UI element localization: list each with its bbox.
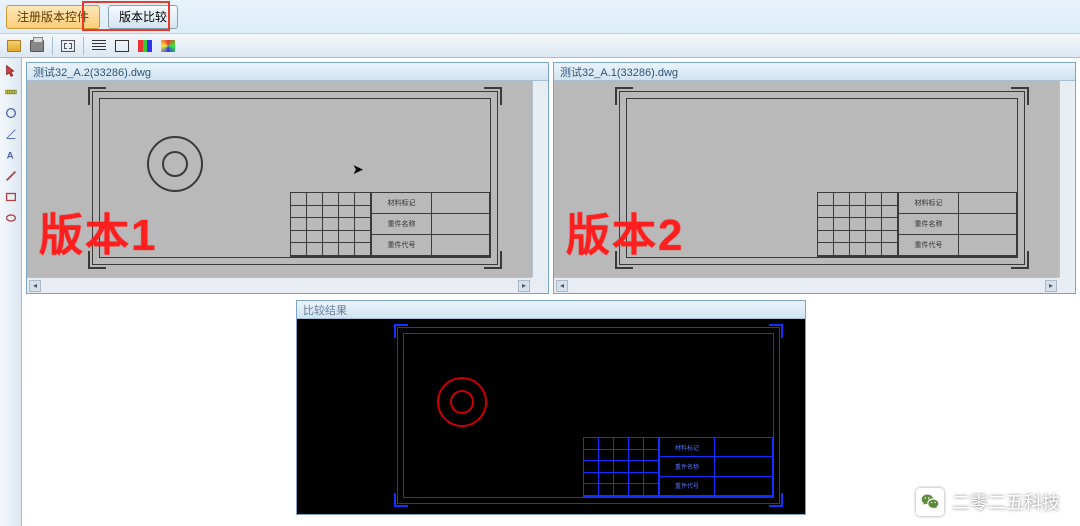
line-weight-button[interactable] <box>89 36 109 56</box>
horizontal-scrollbar[interactable]: ◂ ▸ <box>27 277 532 293</box>
vertical-toolbar: A <box>0 58 22 526</box>
compare-result-panel: 比较结果 材料标记 重件名称 重件代号 <box>296 300 806 515</box>
version-1-canvas[interactable]: 材料标记 重件名称 重件代号 ➤ ◂ ▸ <box>27 81 548 293</box>
select-tool[interactable] <box>2 62 20 80</box>
tb-label: 重件名称 <box>898 214 958 235</box>
watermark-text: 二零二五科技 <box>952 489 1060 515</box>
diff-tb-label: 重件代号 <box>659 477 714 496</box>
tb-label: 重件代号 <box>371 235 431 256</box>
horizontal-scrollbar[interactable]: ◂ ▸ <box>554 277 1059 293</box>
register-version-control-button[interactable]: 注册版本控件 <box>6 5 100 29</box>
layout-button[interactable] <box>112 36 132 56</box>
tb-label: 重件代号 <box>898 235 958 256</box>
panels-area: 测试32_A.2(33286).dwg 材料标记 重件名称 重件代号 <box>22 58 1080 526</box>
diff-circles-feature <box>437 377 487 427</box>
version-2-panel: 测试32_A.1(33286).dwg 材料标记 重件名称 重件代号 <box>553 62 1076 294</box>
version-2-overlay-label: 版本2 <box>566 199 684 263</box>
scroll-right-button[interactable]: ▸ <box>1045 280 1057 292</box>
angle-tool[interactable] <box>2 125 20 143</box>
version-2-canvas[interactable]: 材料标记 重件名称 重件代号 ◂ ▸ 版本2 <box>554 81 1075 293</box>
main-content: A 测试32_A.2(33286).dwg 材料标记 重件 <box>0 58 1080 526</box>
compare-result-canvas[interactable]: 材料标记 重件名称 重件代号 <box>297 319 805 514</box>
title-block: 材料标记 重件名称 重件代号 <box>290 192 490 257</box>
scroll-left-button[interactable]: ◂ <box>556 280 568 292</box>
toolbar-separator <box>52 37 53 55</box>
wechat-icon <box>916 488 944 516</box>
diff-tb-label: 重件名称 <box>659 457 714 476</box>
horizontal-toolbar <box>0 34 1080 58</box>
title-block: 材料标记 重件名称 重件代号 <box>817 192 1017 257</box>
tb-label: 材料标记 <box>898 193 958 214</box>
rect-tool[interactable] <box>2 188 20 206</box>
version-1-panel: 测试32_A.2(33286).dwg 材料标记 重件名称 重件代号 <box>26 62 549 294</box>
top-panels-row: 测试32_A.2(33286).dwg 材料标记 重件名称 重件代号 <box>22 58 1080 298</box>
top-button-bar: 注册版本控件 版本比较 <box>0 0 1080 34</box>
compare-result-title: 比较结果 <box>297 301 805 319</box>
scroll-right-button[interactable]: ▸ <box>518 280 530 292</box>
version-1-title: 测试32_A.2(33286).dwg <box>27 63 548 81</box>
vertical-scrollbar[interactable] <box>1059 81 1075 277</box>
print-button[interactable] <box>27 36 47 56</box>
version-compare-button[interactable]: 版本比较 <box>108 5 178 29</box>
diff-tb-label: 材料标记 <box>659 438 714 457</box>
circles-feature <box>147 136 203 192</box>
diff-title-block: 材料标记 重件名称 重件代号 <box>583 437 773 497</box>
vertical-scrollbar[interactable] <box>532 81 548 277</box>
scroll-left-button[interactable]: ◂ <box>29 280 41 292</box>
scroll-corner <box>532 277 548 293</box>
open-file-button[interactable] <box>4 36 24 56</box>
ellipse-tool[interactable] <box>2 209 20 227</box>
scroll-corner <box>1059 277 1075 293</box>
tb-label: 材料标记 <box>371 193 431 214</box>
measure-tool[interactable] <box>2 83 20 101</box>
line-tool[interactable] <box>2 167 20 185</box>
circle-tool[interactable] <box>2 104 20 122</box>
watermark: 二零二五科技 <box>916 488 1060 516</box>
version-2-title: 测试32_A.1(33286).dwg <box>554 63 1075 81</box>
fit-view-button[interactable] <box>58 36 78 56</box>
palette-button[interactable] <box>158 36 178 56</box>
toolbar-separator <box>83 37 84 55</box>
version-1-overlay-label: 版本1 <box>39 199 157 263</box>
color-mode-button[interactable] <box>135 36 155 56</box>
tb-label: 重件名称 <box>371 214 431 235</box>
svg-text:A: A <box>6 151 13 162</box>
text-tool[interactable]: A <box>2 146 20 164</box>
